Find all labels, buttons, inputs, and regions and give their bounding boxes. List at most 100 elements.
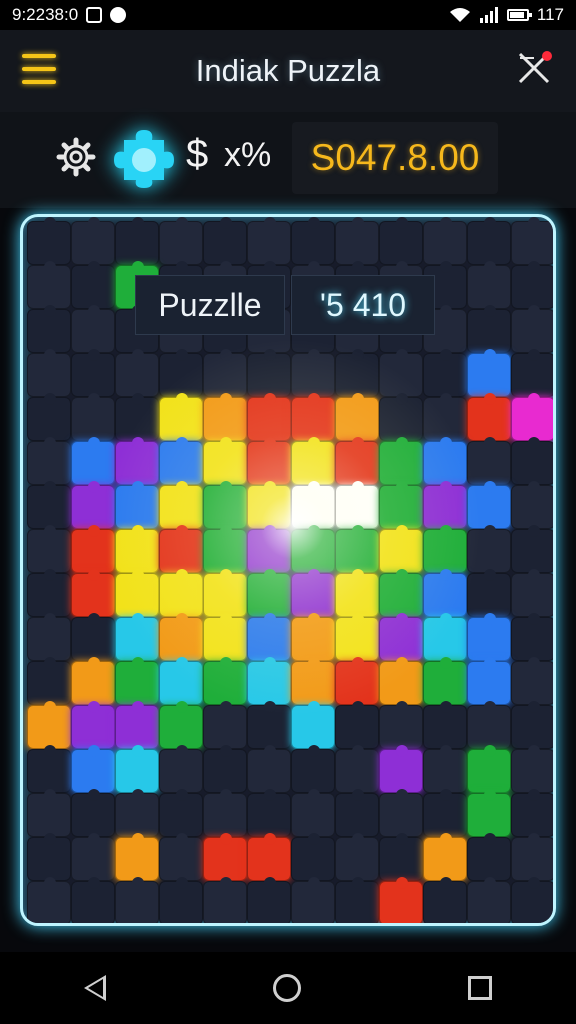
- puzzle-piece[interactable]: [423, 701, 467, 749]
- puzzle-piece[interactable]: [335, 525, 379, 573]
- puzzle-piece[interactable]: [511, 745, 553, 793]
- puzzle-piece[interactable]: [71, 481, 115, 529]
- puzzle-piece[interactable]: [511, 305, 553, 353]
- puzzle-piece[interactable]: [335, 349, 379, 397]
- puzzle-piece[interactable]: [115, 701, 159, 749]
- puzzle-piece[interactable]: [423, 789, 467, 837]
- puzzle-piece[interactable]: [467, 261, 511, 309]
- puzzle-piece[interactable]: [467, 525, 511, 573]
- puzzle-piece[interactable]: [159, 569, 203, 617]
- puzzle-piece[interactable]: [423, 569, 467, 617]
- puzzle-piece[interactable]: [27, 877, 71, 923]
- puzzle-piece[interactable]: [115, 217, 159, 265]
- puzzle-piece[interactable]: [203, 437, 247, 485]
- puzzle-piece[interactable]: [379, 877, 423, 923]
- puzzle-piece[interactable]: [379, 613, 423, 661]
- puzzle-piece[interactable]: [335, 437, 379, 485]
- puzzle-piece[interactable]: [335, 745, 379, 793]
- puzzle-piece[interactable]: [511, 261, 553, 309]
- puzzle-piece[interactable]: [115, 877, 159, 923]
- puzzle-piece[interactable]: [71, 393, 115, 441]
- puzzle-piece[interactable]: [159, 437, 203, 485]
- puzzle-piece[interactable]: [71, 789, 115, 837]
- puzzle-piece[interactable]: [203, 217, 247, 265]
- puzzle-piece[interactable]: [247, 877, 291, 923]
- puzzle-piece[interactable]: [115, 569, 159, 617]
- puzzle-piece[interactable]: [291, 525, 335, 573]
- puzzle-piece[interactable]: [115, 393, 159, 441]
- puzzle-piece[interactable]: [423, 481, 467, 529]
- puzzle-piece[interactable]: [71, 657, 115, 705]
- puzzle-piece[interactable]: [335, 657, 379, 705]
- puzzle-piece[interactable]: [335, 393, 379, 441]
- puzzle-piece[interactable]: [379, 569, 423, 617]
- puzzle-piece[interactable]: [467, 393, 511, 441]
- puzzle-piece[interactable]: [467, 833, 511, 881]
- puzzle-piece[interactable]: [203, 481, 247, 529]
- puzzle-piece[interactable]: [291, 217, 335, 265]
- puzzle-piece[interactable]: [159, 701, 203, 749]
- home-circle-icon[interactable]: [272, 974, 301, 1002]
- puzzle-piece[interactable]: [159, 657, 203, 705]
- puzzle-piece[interactable]: [71, 525, 115, 573]
- puzzle-piece[interactable]: [291, 745, 335, 793]
- puzzle-piece[interactable]: [247, 613, 291, 661]
- puzzle-piece[interactable]: [247, 349, 291, 397]
- puzzle-piece[interactable]: [27, 745, 71, 793]
- puzzle-piece[interactable]: [335, 789, 379, 837]
- puzzle-piece[interactable]: [159, 217, 203, 265]
- puzzle-piece[interactable]: [291, 613, 335, 661]
- puzzle-piece[interactable]: [291, 569, 335, 617]
- puzzle-piece[interactable]: [467, 437, 511, 485]
- puzzle-piece[interactable]: [27, 833, 71, 881]
- puzzle-piece[interactable]: [379, 833, 423, 881]
- puzzle-piece[interactable]: [379, 349, 423, 397]
- puzzle-piece[interactable]: [467, 613, 511, 661]
- puzzle-piece[interactable]: [335, 569, 379, 617]
- puzzle-piece[interactable]: [115, 745, 159, 793]
- puzzle-piece[interactable]: [27, 349, 71, 397]
- puzzle-piece[interactable]: [247, 525, 291, 573]
- puzzle-piece[interactable]: [423, 217, 467, 265]
- puzzle-piece[interactable]: [511, 569, 553, 617]
- puzzle-piece[interactable]: [511, 349, 553, 397]
- puzzle-piece[interactable]: [115, 481, 159, 529]
- puzzle-piece[interactable]: [379, 481, 423, 529]
- puzzle-piece[interactable]: [71, 261, 115, 309]
- puzzle-piece[interactable]: [27, 217, 71, 265]
- recents-square-icon[interactable]: [468, 976, 493, 1000]
- puzzle-piece[interactable]: [291, 657, 335, 705]
- puzzle-piece[interactable]: [27, 305, 71, 353]
- puzzle-piece[interactable]: [423, 745, 467, 793]
- puzzle-piece[interactable]: [335, 833, 379, 881]
- puzzle-piece[interactable]: [115, 437, 159, 485]
- puzzle-piece[interactable]: [291, 349, 335, 397]
- puzzle-piece[interactable]: [247, 481, 291, 529]
- puzzle-piece[interactable]: [423, 657, 467, 705]
- puzzle-piece[interactable]: [203, 877, 247, 923]
- puzzle-piece[interactable]: [511, 217, 553, 265]
- puzzle-piece[interactable]: [511, 789, 553, 837]
- puzzle-piece[interactable]: [27, 261, 71, 309]
- hamburger-menu-icon[interactable]: [22, 54, 56, 84]
- puzzle-piece[interactable]: [511, 877, 553, 923]
- puzzle-piece[interactable]: [291, 393, 335, 441]
- puzzle-piece[interactable]: [423, 613, 467, 661]
- puzzle-piece[interactable]: [71, 745, 115, 793]
- puzzle-piece[interactable]: [379, 745, 423, 793]
- puzzle-piece[interactable]: [115, 525, 159, 573]
- puzzle-piece[interactable]: [71, 437, 115, 485]
- puzzle-piece[interactable]: [467, 745, 511, 793]
- puzzle-piece[interactable]: [423, 525, 467, 573]
- puzzle-piece[interactable]: [467, 305, 511, 353]
- puzzle-piece[interactable]: [27, 657, 71, 705]
- puzzle-piece[interactable]: [27, 393, 71, 441]
- puzzle-piece[interactable]: [203, 393, 247, 441]
- puzzle-piece[interactable]: [247, 745, 291, 793]
- puzzle-piece[interactable]: [247, 657, 291, 705]
- puzzle-piece[interactable]: [115, 789, 159, 837]
- puzzle-piece[interactable]: [203, 789, 247, 837]
- puzzle-piece[interactable]: [27, 789, 71, 837]
- puzzle-board[interactable]: Puzzlle '5 410: [20, 214, 556, 926]
- puzzle-piece[interactable]: [159, 833, 203, 881]
